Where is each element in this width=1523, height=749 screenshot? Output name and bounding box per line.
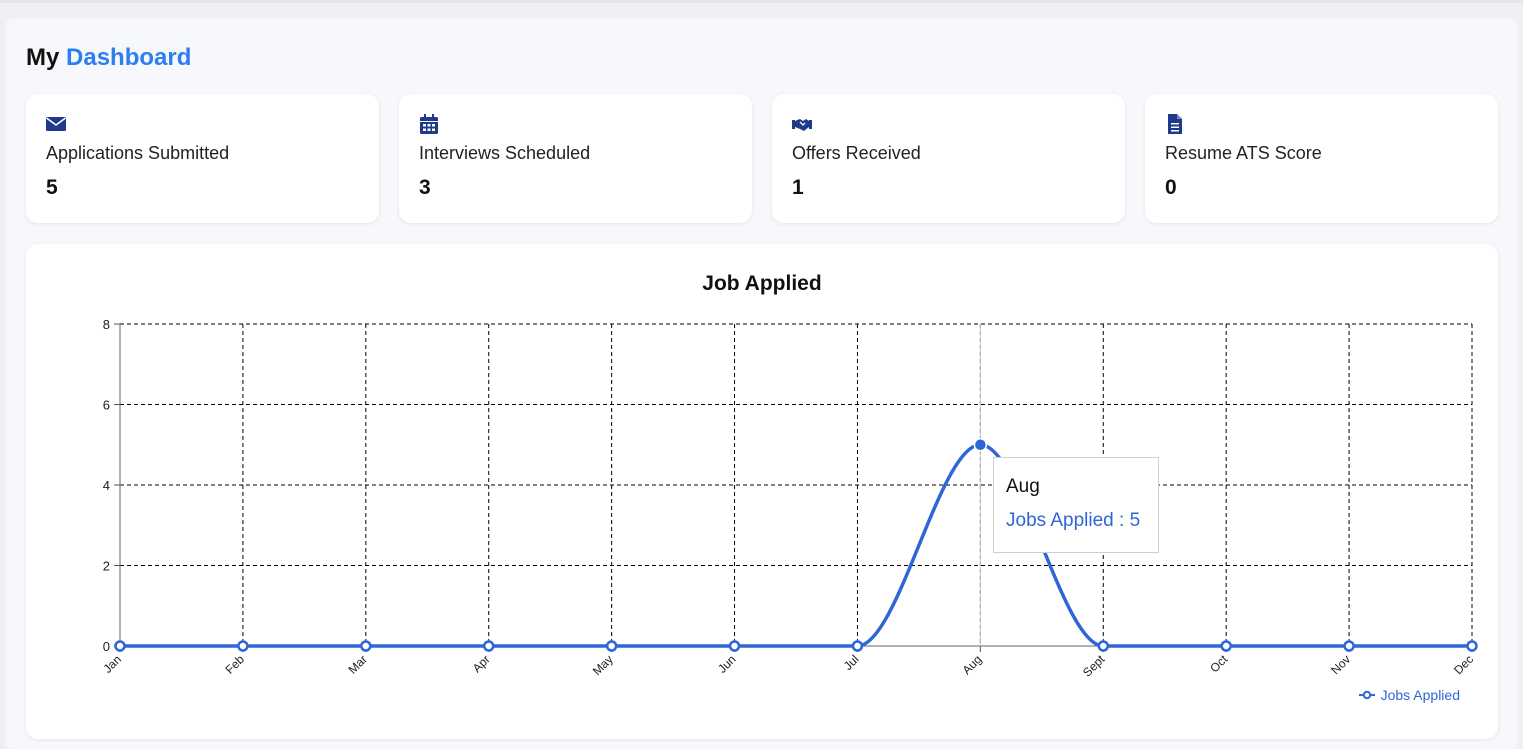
dashboard-panel: My Dashboard Applications Submitted 5 In…	[6, 19, 1517, 749]
data-point	[973, 438, 988, 452]
x-tick-label: Mar	[345, 652, 370, 677]
x-tick-label: Jan	[101, 652, 125, 676]
data-point	[605, 640, 618, 652]
data-point	[237, 640, 249, 652]
calendar-icon	[420, 114, 438, 134]
envelope-icon	[46, 117, 66, 131]
data-point	[1343, 640, 1355, 652]
stat-card-ats: Resume ATS Score 0	[1145, 94, 1498, 223]
y-tick-label: 8	[103, 317, 110, 332]
x-tick-label: Feb	[223, 652, 248, 677]
chart-legend[interactable]: Jobs Applied	[1358, 687, 1460, 703]
stat-label: Offers Received	[792, 143, 921, 163]
series-line-jobs-applied	[120, 442, 1472, 648]
x-tick-label: Jul	[841, 652, 862, 673]
data-point	[1097, 640, 1110, 652]
y-tick-label: 6	[103, 398, 110, 413]
jobs-applied-chart-card: Job Applied 0 2 4 6 8 Jan Feb Mar Apr May Jun Jul Aug…	[26, 244, 1498, 739]
data-point	[728, 640, 741, 652]
page-title-accent: Dashboard	[66, 44, 192, 71]
stat-label: Interviews Scheduled	[419, 143, 591, 163]
top-bar	[0, 0, 1523, 3]
data-point	[1220, 640, 1232, 652]
data-point	[1466, 640, 1478, 652]
legend-label: Jobs Applied	[1380, 687, 1460, 703]
page-title-prefix: My	[26, 44, 60, 71]
y-tick-label: 4	[103, 478, 110, 493]
tooltip-month: Aug	[1006, 476, 1040, 497]
stat-value: 1	[792, 176, 804, 199]
x-tick-label: Oct	[1207, 652, 1231, 676]
stat-value: 0	[1165, 176, 1177, 199]
x-tick-label: Nov	[1328, 652, 1353, 677]
stat-card-offers: Offers Received 1	[772, 94, 1125, 223]
stat-value: 3	[419, 176, 431, 199]
stat-card-applications: Applications Submitted 5	[26, 94, 379, 223]
x-tick-label: Apr	[470, 652, 493, 675]
x-tick-label: May	[590, 652, 616, 678]
stat-label: Resume ATS Score	[1165, 143, 1322, 163]
x-tick-label: Sept	[1080, 652, 1108, 680]
jobs-applied-chart: Job Applied 0 2 4 6 8 Jan Feb Mar Apr May Jun Jul Aug…	[101, 272, 1478, 680]
legend-line-icon	[1358, 690, 1375, 700]
data-point	[114, 640, 126, 652]
y-tick-label: 2	[103, 559, 110, 574]
chart-tooltip: Aug Jobs Applied : 5	[993, 457, 1159, 553]
chart-title: Job Applied	[702, 272, 821, 295]
y-tick-label: 0	[103, 639, 110, 654]
page-title: My Dashboard	[26, 44, 191, 72]
x-tick-label: Dec	[1451, 652, 1476, 677]
tooltip-value: Jobs Applied : 5	[1006, 510, 1141, 531]
data-point	[851, 640, 864, 652]
handshake-icon	[792, 119, 812, 131]
stat-label: Applications Submitted	[46, 143, 230, 163]
stat-value: 5	[46, 176, 58, 199]
stat-card-interviews: Interviews Scheduled 3	[399, 94, 752, 223]
document-icon	[1168, 114, 1182, 134]
data-point	[482, 640, 495, 652]
x-tick-label: Jun	[715, 652, 739, 676]
x-tick-label: Aug	[959, 652, 984, 677]
data-point	[360, 640, 372, 652]
